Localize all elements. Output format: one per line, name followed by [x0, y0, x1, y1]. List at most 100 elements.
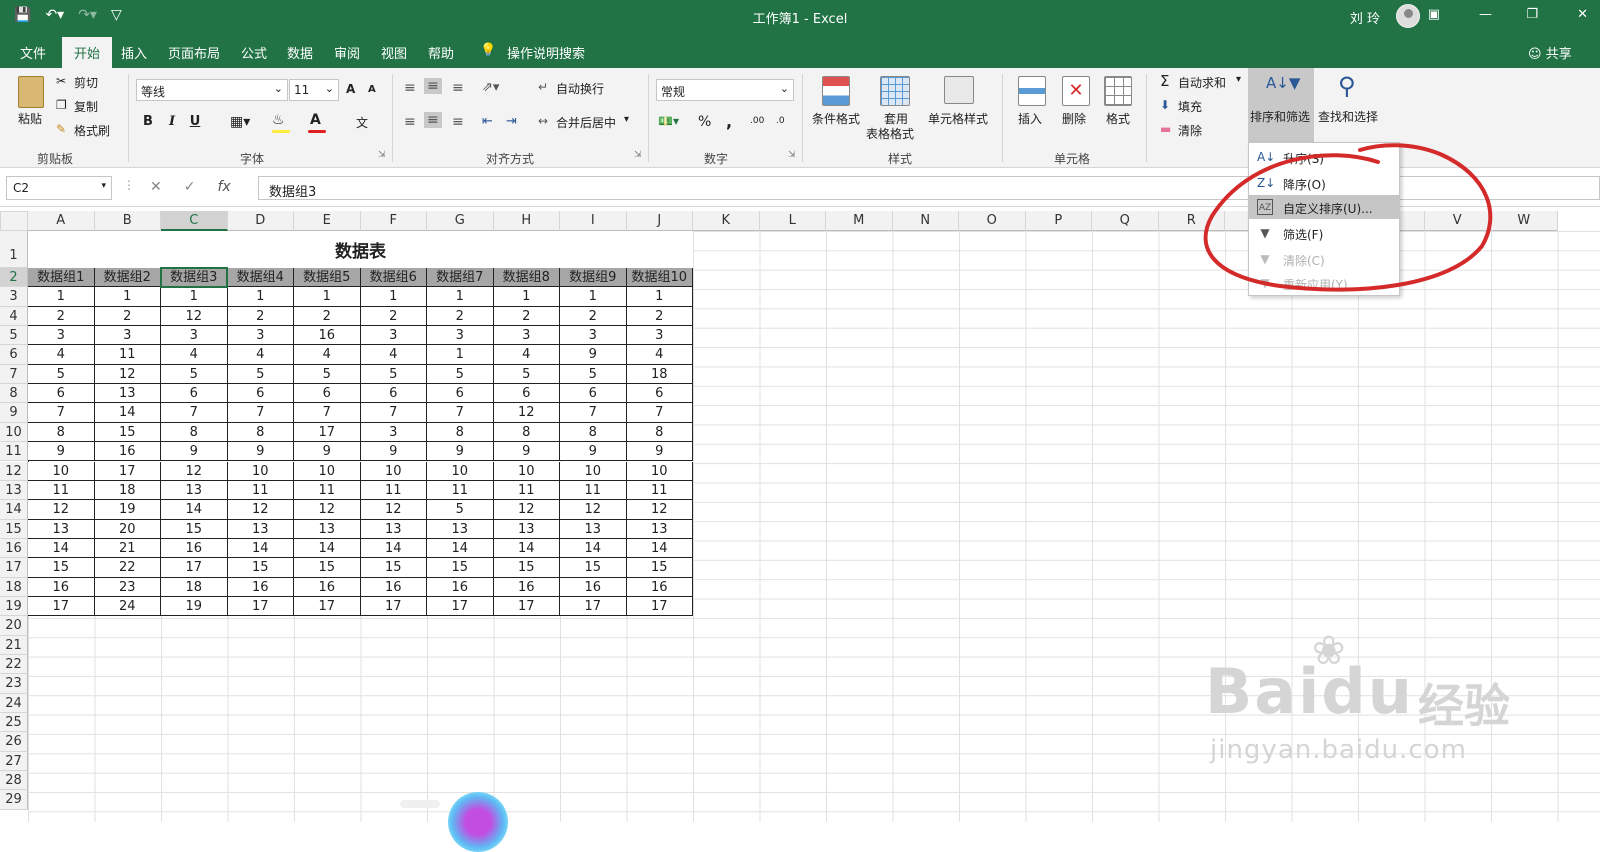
table-cell[interactable]: 2 — [626, 306, 693, 327]
table-cell[interactable]: 16 — [626, 577, 693, 597]
row-header-16[interactable]: 16 — [0, 538, 28, 559]
align-top-icon[interactable]: ≡ — [404, 80, 416, 96]
table-cell[interactable]: 14 — [28, 538, 95, 559]
table-cell[interactable]: 12 — [161, 306, 228, 327]
table-cell[interactable]: 15 — [626, 558, 693, 578]
row-header-10[interactable]: 10 — [0, 422, 28, 443]
sort-filter-button[interactable]: A↓▼ 排序和筛选 — [1248, 68, 1314, 142]
tab-help[interactable]: 帮助 — [428, 43, 454, 62]
column-header-m[interactable]: M — [826, 211, 893, 231]
sheet-title[interactable]: 数据表 — [28, 231, 693, 268]
italic-button[interactable]: I — [162, 112, 182, 132]
table-cell[interactable]: 6 — [227, 384, 294, 404]
font-color-icon[interactable]: A — [310, 112, 321, 128]
table-cell[interactable]: 8 — [161, 422, 228, 443]
header-cell[interactable]: 数据组5 — [294, 268, 361, 288]
row-header-28[interactable]: 28 — [0, 771, 28, 791]
table-cell[interactable]: 8 — [493, 422, 560, 443]
row-header-13[interactable]: 13 — [0, 480, 28, 501]
currency-icon[interactable]: 💵▾ — [658, 114, 679, 128]
cut-button[interactable]: 剪切 — [74, 74, 98, 91]
table-cell[interactable]: 3 — [493, 326, 560, 346]
table-cell[interactable]: 17 — [294, 422, 361, 443]
table-cell[interactable]: 15 — [161, 519, 228, 539]
table-cell[interactable]: 14 — [161, 500, 228, 520]
table-cell[interactable]: 10 — [493, 461, 560, 481]
table-cell[interactable]: 2 — [28, 306, 95, 327]
header-cell[interactable]: 数据组1 — [28, 268, 95, 288]
column-header-c[interactable]: C — [161, 211, 228, 231]
column-header-p[interactable]: P — [1025, 211, 1092, 231]
column-header-g[interactable]: G — [427, 211, 494, 231]
grow-font-button[interactable]: A — [346, 82, 355, 96]
table-cell[interactable]: 13 — [626, 519, 693, 539]
user-name[interactable]: 刘 玲 — [1350, 8, 1380, 27]
table-cell[interactable]: 9 — [560, 442, 627, 462]
table-cell[interactable]: 10 — [427, 461, 494, 481]
table-cell[interactable]: 8 — [28, 422, 95, 443]
table-cell[interactable]: 16 — [161, 538, 228, 559]
chevron-down-icon[interactable]: ▾ — [624, 114, 629, 125]
table-cell[interactable]: 5 — [427, 364, 494, 385]
table-cell[interactable]: 17 — [360, 596, 427, 617]
table-cell[interactable]: 15 — [94, 422, 161, 443]
table-cell[interactable]: 11 — [560, 480, 627, 501]
table-cell[interactable]: 10 — [294, 461, 361, 481]
table-cell[interactable]: 3 — [360, 326, 427, 346]
header-cell[interactable]: 数据组2 — [94, 268, 161, 288]
table-cell[interactable]: 12 — [161, 461, 228, 481]
row-header-6[interactable]: 6 — [0, 345, 28, 365]
table-cell[interactable]: 7 — [161, 403, 228, 423]
wrap-text-button[interactable]: 自动换行 — [556, 80, 604, 97]
table-cell[interactable]: 5 — [227, 364, 294, 385]
paste-button[interactable]: 粘贴 — [18, 110, 42, 127]
table-cell[interactable]: 13 — [360, 519, 427, 539]
table-cell[interactable]: 17 — [626, 596, 693, 617]
row-header-4[interactable]: 4 — [0, 306, 28, 327]
table-cell[interactable]: 3 — [626, 326, 693, 346]
table-cell[interactable]: 15 — [227, 558, 294, 578]
align-bottom-icon[interactable]: ≡ — [452, 80, 464, 96]
table-cell[interactable]: 18 — [161, 577, 228, 597]
table-cell[interactable]: 3 — [28, 326, 95, 346]
table-cell[interactable]: 17 — [294, 596, 361, 617]
row-header-24[interactable]: 24 — [0, 693, 28, 714]
increase-decimal-button[interactable]: .00 — [750, 116, 764, 126]
format-cells-icon[interactable] — [1104, 76, 1132, 106]
table-cell[interactable]: 3 — [161, 326, 228, 346]
table-cell[interactable]: 24 — [94, 596, 161, 617]
header-cell[interactable]: 数据组10 — [626, 268, 693, 288]
table-cell[interactable]: 17 — [427, 596, 494, 617]
column-header-d[interactable]: D — [227, 211, 294, 231]
table-cell[interactable]: 4 — [28, 345, 95, 365]
column-header-q[interactable]: Q — [1092, 211, 1159, 231]
table-cell[interactable]: 3 — [227, 326, 294, 346]
table-cell[interactable]: 4 — [161, 345, 228, 365]
font-size-select[interactable]: 11 ⌄ — [289, 79, 339, 101]
table-cell[interactable]: 16 — [294, 577, 361, 597]
header-cell[interactable]: 数据组7 — [427, 268, 494, 288]
table-cell[interactable]: 12 — [28, 500, 95, 520]
table-cell[interactable]: 13 — [227, 519, 294, 539]
table-cell[interactable]: 3 — [427, 326, 494, 346]
table-cell[interactable]: 3 — [560, 326, 627, 346]
column-header-a[interactable]: A — [28, 211, 95, 231]
align-middle-icon[interactable]: ≡ — [424, 78, 442, 94]
row-header-26[interactable]: 26 — [0, 732, 28, 752]
header-cell[interactable]: 数据组6 — [360, 268, 427, 288]
row-header-1[interactable]: 1 — [0, 231, 28, 268]
shrink-font-button[interactable]: A — [368, 84, 376, 95]
format-as-table-icon[interactable] — [880, 76, 910, 106]
restore-icon[interactable]: ❐ — [1526, 7, 1538, 22]
table-cell[interactable]: 14 — [626, 538, 693, 559]
floating-assistant-icon[interactable] — [448, 792, 508, 852]
table-cell[interactable]: 6 — [161, 384, 228, 404]
table-cell[interactable]: 17 — [161, 558, 228, 578]
table-cell[interactable]: 21 — [94, 538, 161, 559]
column-header-w[interactable]: W — [1491, 211, 1558, 231]
row-header-21[interactable]: 21 — [0, 635, 28, 655]
table-cell[interactable]: 23 — [94, 577, 161, 597]
paste-icon[interactable] — [18, 76, 44, 108]
table-cell[interactable]: 9 — [28, 442, 95, 462]
table-cell[interactable]: 9 — [626, 442, 693, 462]
